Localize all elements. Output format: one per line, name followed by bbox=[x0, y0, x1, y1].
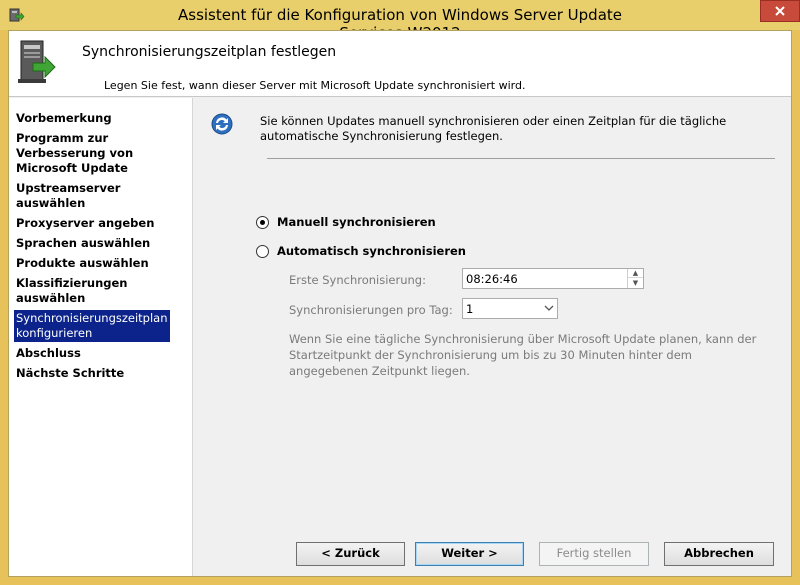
nav-item-naechste-schritte[interactable]: Nächste Schritte bbox=[14, 365, 170, 382]
nav-item-synchronisierungszeitplan[interactable]: Synchronisierungszeitplan konfigurieren bbox=[14, 310, 170, 342]
info-text: Sie können Updates manuell synchronisier… bbox=[260, 114, 727, 143]
nav-item-upstreamserver[interactable]: Upstreamserver auswählen bbox=[14, 180, 170, 212]
first-sync-time-value: 08:26:46 bbox=[466, 272, 518, 286]
wsus-app-icon bbox=[9, 8, 25, 22]
wizard-frame: Synchronisierungszeitplan festlegen Lege… bbox=[8, 30, 792, 577]
per-day-label: Synchronisierungen pro Tag: bbox=[289, 303, 453, 317]
radio-manual-sync[interactable]: Manuell synchronisieren bbox=[256, 215, 436, 229]
title-bar[interactable]: Assistent für die Konfiguration von Wind… bbox=[0, 0, 800, 42]
spin-down-icon[interactable]: ▼ bbox=[628, 278, 643, 287]
nav-item-sprachen[interactable]: Sprachen auswählen bbox=[14, 235, 170, 252]
close-icon bbox=[775, 6, 785, 16]
chevron-down-icon bbox=[544, 305, 554, 311]
radio-auto-sync[interactable]: Automatisch synchronisieren bbox=[256, 244, 466, 258]
content-pane: Sie können Updates manuell synchronisier… bbox=[194, 98, 791, 576]
finish-button[interactable]: Fertig stellen bbox=[539, 542, 649, 566]
sync-icon bbox=[211, 113, 233, 135]
time-spinner[interactable]: ▲ ▼ bbox=[627, 269, 643, 288]
cancel-button[interactable]: Abbrechen bbox=[664, 542, 774, 566]
first-sync-time-input[interactable]: 08:26:46 ▲ ▼ bbox=[462, 268, 644, 289]
radio-manual-indicator[interactable] bbox=[256, 215, 269, 229]
nav-item-abschluss[interactable]: Abschluss bbox=[14, 345, 170, 362]
nav-item-produkte[interactable]: Produkte auswählen bbox=[14, 255, 170, 272]
first-sync-label: Erste Synchronisierung: bbox=[289, 273, 426, 287]
next-button[interactable]: Weiter > bbox=[415, 542, 524, 566]
server-update-icon bbox=[18, 40, 56, 83]
wizard-nav: Vorbemerkung Programm zur Verbesserung v… bbox=[9, 98, 193, 576]
separator bbox=[267, 158, 775, 159]
sync-note: Wenn Sie eine tägliche Synchronisierung … bbox=[289, 332, 757, 378]
wizard-window: Assistent für die Konfiguration von Wind… bbox=[0, 0, 800, 585]
close-button[interactable] bbox=[760, 0, 800, 22]
radio-auto-label: Automatisch synchronisieren bbox=[277, 244, 466, 258]
spin-up-icon[interactable]: ▲ bbox=[628, 269, 643, 278]
radio-auto-indicator[interactable] bbox=[256, 244, 269, 258]
per-day-value: 1 bbox=[466, 302, 474, 316]
page-title: Synchronisierungszeitplan festlegen bbox=[82, 44, 337, 60]
nav-item-verbesserungsprogramm[interactable]: Programm zur Verbesserung von Microsoft … bbox=[14, 130, 170, 177]
per-day-select[interactable]: 1 bbox=[462, 298, 558, 319]
page-subtitle: Legen Sie fest, wann dieser Server mit M… bbox=[104, 79, 526, 92]
radio-manual-label: Manuell synchronisieren bbox=[277, 215, 436, 229]
nav-item-vorbemerkung[interactable]: Vorbemerkung bbox=[14, 110, 170, 127]
nav-item-klassifizierungen[interactable]: Klassifizierungen auswählen bbox=[14, 275, 170, 307]
nav-item-proxyserver[interactable]: Proxyserver angeben bbox=[14, 215, 170, 232]
back-button[interactable]: < Zurück bbox=[296, 542, 405, 566]
wizard-header: Synchronisierungszeitplan festlegen Lege… bbox=[9, 31, 791, 97]
